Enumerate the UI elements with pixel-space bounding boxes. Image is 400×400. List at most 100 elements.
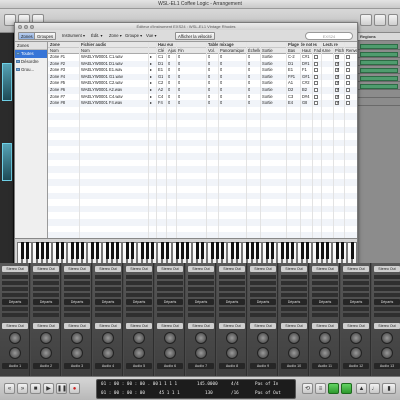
output-button[interactable]: Stereo Out [95,323,121,329]
insert-slot[interactable] [250,313,276,317]
insert-slot[interactable] [219,275,245,279]
pan-knob[interactable] [9,347,21,359]
cell-out[interactable]: Sortie [262,74,273,80]
checkbox[interactable] [335,94,340,100]
black-key[interactable] [40,242,44,259]
black-key[interactable] [210,242,214,259]
insert-slot[interactable] [64,281,90,285]
cell-file[interactable]: WAELYW0001 A2.wav [81,87,122,93]
insert-slot[interactable] [2,275,28,279]
channel-name[interactable]: Audio 6 [157,363,183,369]
cell-vol[interactable]: 0 [208,80,210,86]
black-key[interactable] [250,242,254,259]
table-row[interactable]: Zone #8 WAELYW0001 F4.wav F4 0 0 0 0 0 Sortie E4 G… [48,100,357,107]
insert-slot[interactable] [95,307,121,311]
cell-fine[interactable]: 0 [178,100,180,106]
cell-lo[interactable]: F#1 [288,74,295,80]
record-icon[interactable]: ● [69,383,80,394]
black-key[interactable] [45,242,49,259]
cell-key[interactable]: A2 [158,87,163,93]
cell-pan[interactable]: 0 [220,87,222,93]
track-row[interactable] [358,67,400,74]
insert-slot[interactable] [33,293,59,297]
black-key[interactable] [110,242,114,259]
insert-slot[interactable] [188,313,214,317]
checkbox[interactable] [314,74,318,79]
output-button[interactable]: Stereo Out [250,323,276,329]
cell-scale[interactable]: 0 [248,94,250,100]
cell-lo[interactable]: E4 [288,100,293,106]
black-key[interactable] [195,242,199,259]
insert-slot[interactable] [126,293,152,297]
solo-icon[interactable] [328,383,339,394]
insert-slot[interactable] [250,307,276,311]
black-key[interactable] [60,242,64,259]
checkbox[interactable] [314,61,318,66]
sync-icon[interactable] [341,383,352,394]
pan-knob[interactable] [133,332,145,344]
replace-icon[interactable]: ≡ [315,383,326,394]
output-button[interactable]: Stereo Out [157,323,183,329]
black-key[interactable] [175,242,179,259]
zone-menu[interactable]: Zone ▾ [109,32,122,40]
cell-out[interactable]: Sortie [262,94,273,100]
insert-slot[interactable] [2,313,28,317]
cell-out[interactable]: Sortie [262,87,273,93]
cell-key[interactable]: C2 [158,80,163,86]
cell-scale[interactable]: 0 [248,61,250,67]
insert-slot[interactable] [312,313,338,317]
channel-strip[interactable]: Stereo Out Départs Stereo Out Audio 6 [155,263,185,376]
insert-slot[interactable] [188,275,214,279]
insert-slot[interactable] [126,287,152,291]
insert-slot[interactable] [33,281,59,285]
pan-knob[interactable] [195,347,207,359]
insert-slot[interactable] [343,275,369,279]
sidebar-item-disorder[interactable]: Désordre [15,58,47,66]
insert-slot[interactable] [281,281,307,285]
black-key[interactable] [160,242,164,259]
table-row[interactable]: Zone #5 WAELYW0001 C2.wav C2 0 0 0 0 0 Sortie A1 C… [48,80,357,87]
insert-slot[interactable] [157,287,183,291]
sends-slot[interactable]: Départs [281,299,307,305]
insert-slot[interactable] [312,275,338,279]
output-button[interactable]: Stereo Out [126,323,152,329]
black-key[interactable] [130,242,134,259]
sends-slot[interactable]: Départs [219,299,245,305]
cell-tune[interactable]: 0 [168,74,170,80]
insert-slot[interactable] [95,287,121,291]
checkbox[interactable] [314,68,318,73]
black-key[interactable] [180,242,184,259]
checkbox[interactable] [346,88,350,92]
cell-pan[interactable]: 0 [220,54,222,60]
pan-knob[interactable] [133,347,145,359]
insert-slot[interactable] [157,307,183,311]
insert-slot[interactable] [312,281,338,285]
channel-strip[interactable]: Stereo Out Départs Stereo Out Audio 2 [31,263,61,376]
track-row[interactable] [358,91,400,98]
insert-slot[interactable] [374,313,400,317]
channel-strip[interactable]: Stereo Out Départs Stereo Out Audio 8 [217,263,247,376]
channel-strip[interactable]: Stereo Out Départs Stereo Out Audio 11 [310,263,340,376]
checkbox[interactable] [346,94,350,99]
popup-arrow-icon[interactable]: ▸ [150,87,152,93]
pan-knob[interactable] [40,332,52,344]
channel-name[interactable]: Audio 10 [281,363,307,369]
checkbox[interactable] [346,101,350,106]
cell-file[interactable]: WAELYW0001 D1.wav [81,61,123,67]
insert-slot[interactable] [250,275,276,279]
cell-pan[interactable]: 0 [220,100,222,106]
pan-knob[interactable] [71,347,83,359]
region[interactable] [360,84,398,89]
output-button[interactable]: Stereo Out [64,323,90,329]
forward-icon[interactable]: » [17,383,28,394]
popup-arrow-icon[interactable]: ▸ [150,94,152,100]
insert-slot[interactable] [188,287,214,291]
cell-vol[interactable]: 0 [208,54,210,60]
insert-slot[interactable] [374,307,400,311]
cell-hi[interactable]: B2 [302,87,307,93]
channel-strip[interactable]: Stereo Out Départs Stereo Out Audio 1 [0,263,30,376]
insert-slot[interactable] [33,287,59,291]
sends-slot[interactable]: Départs [33,299,59,305]
channel-name[interactable]: Audio 8 [219,363,245,369]
channel-strip[interactable]: Stereo Out Départs Stereo Out Audio 3 [62,263,92,376]
